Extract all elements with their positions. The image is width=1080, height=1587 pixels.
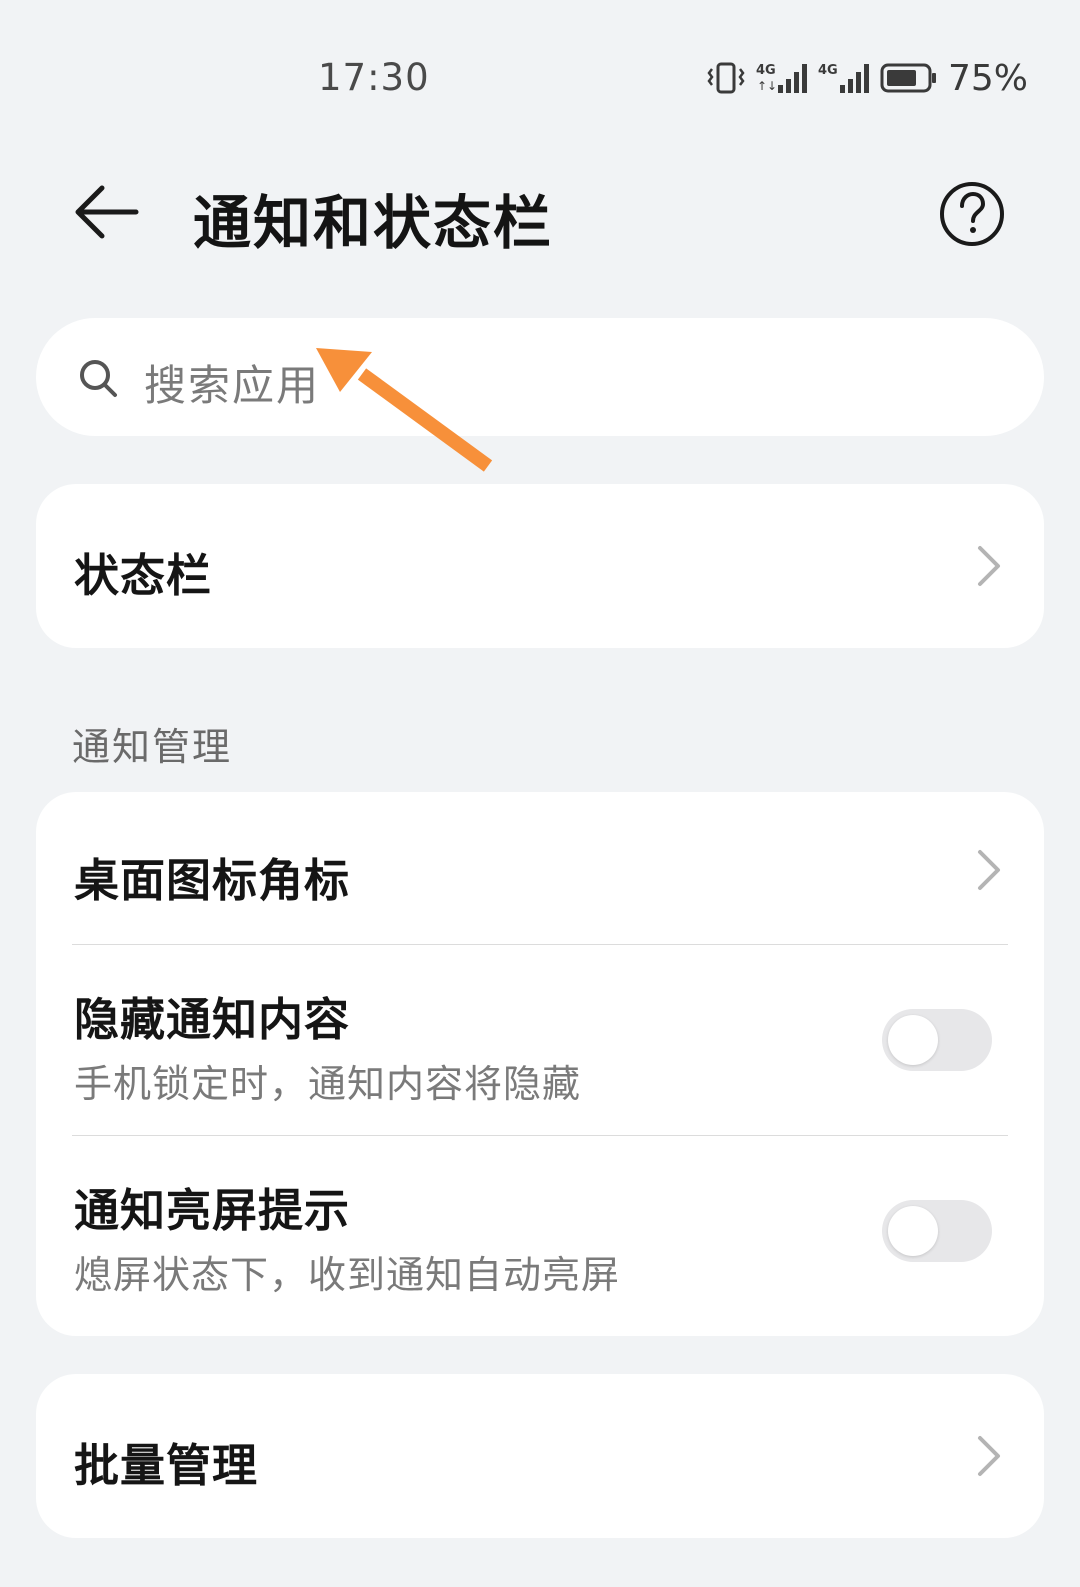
status-icons: 4G ↑↓ 4G 75% — [706, 56, 1028, 100]
4g-signal-icon: 4G ↑↓ — [756, 63, 807, 93]
toggle-knob — [888, 1206, 938, 1256]
status-bar-label: 状态栏 — [74, 549, 213, 602]
batch-management-card[interactable]: 批量管理 — [36, 1374, 1044, 1538]
arrow-left-icon — [75, 185, 139, 239]
wake-screen-toggle[interactable] — [882, 1200, 992, 1262]
badge-label: 桌面图标角标 — [74, 854, 351, 907]
battery-icon — [880, 63, 936, 93]
svg-text:4G: 4G — [818, 63, 838, 78]
search-input[interactable]: 搜索应用 — [36, 318, 1044, 436]
settings-page: 17:30 4G ↑↓ 4G 75% 通知和状态栏 搜索应用 状态栏 通知管理 … — [0, 0, 1080, 1587]
hide-content-label: 隐藏通知内容 — [74, 993, 351, 1046]
list-item-wake-screen: 通知亮屏提示 熄屏状态下，收到通知自动亮屏 — [36, 1136, 1044, 1336]
question-circle-icon — [940, 182, 1004, 246]
hide-content-subtitle: 手机锁定时，通知内容将隐藏 — [74, 1062, 582, 1106]
status-time: 17:30 — [318, 56, 430, 99]
4g-signal-icon: 4G — [818, 63, 869, 93]
status-bar-row[interactable]: 状态栏 — [36, 484, 1044, 648]
list-item-badge[interactable]: 桌面图标角标 — [36, 792, 1044, 944]
notification-card: 桌面图标角标 隐藏通知内容 手机锁定时，通知内容将隐藏 通知亮屏提示 熄屏状态下… — [36, 792, 1044, 1336]
annotation-arrow-icon — [316, 348, 493, 472]
vibrate-icon — [707, 62, 745, 94]
section-header-notification: 通知管理 — [72, 725, 233, 769]
back-button[interactable] — [72, 180, 144, 244]
help-button[interactable] — [938, 180, 1006, 248]
batch-management-label: 批量管理 — [74, 1439, 259, 1492]
page-title: 通知和状态栏 — [193, 189, 554, 257]
batch-management-row[interactable]: 批量管理 — [36, 1374, 1044, 1538]
search-icon — [80, 360, 117, 397]
battery-percent: 75% — [947, 57, 1028, 99]
chevron-right-icon — [978, 850, 1000, 890]
chevron-right-icon — [978, 1436, 1000, 1476]
chevron-right-icon — [978, 546, 1000, 586]
svg-text:↑↓: ↑↓ — [757, 79, 777, 93]
status-bar-card[interactable]: 状态栏 — [36, 484, 1044, 648]
list-item-hide-content: 隐藏通知内容 手机锁定时，通知内容将隐藏 — [36, 945, 1044, 1135]
hide-content-toggle[interactable] — [882, 1009, 992, 1071]
wake-screen-subtitle: 熄屏状态下，收到通知自动亮屏 — [74, 1253, 621, 1297]
svg-text:4G: 4G — [756, 63, 776, 78]
wake-screen-label: 通知亮屏提示 — [74, 1184, 351, 1237]
toggle-knob — [888, 1015, 938, 1065]
search-placeholder: 搜索应用 — [144, 361, 321, 410]
